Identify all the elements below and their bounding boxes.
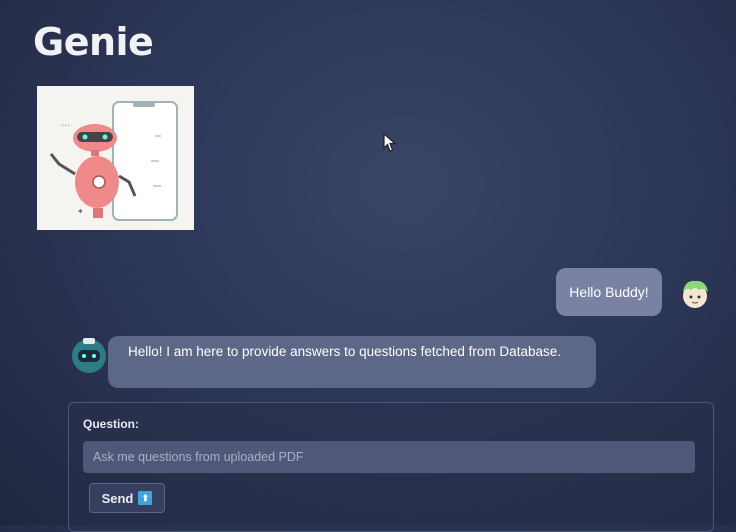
robot-phone-image: ... ✦ [49,101,178,221]
user-avatar-icon [683,280,708,308]
question-input[interactable] [83,441,695,473]
question-label: Question: [83,417,139,431]
send-button[interactable]: Send ⬆ [89,483,165,513]
svg-text:✦: ✦ [77,207,84,216]
send-button-label: Send [101,490,134,506]
app-title: Genie [33,20,154,64]
robot-illustration: ... ✦ [37,86,194,230]
user-message: Hello Buddy! [556,268,662,316]
svg-text:...: ... [61,118,71,129]
mouse-cursor-icon [383,133,397,152]
bot-message: Hello! I am here to provide answers to q… [108,336,596,388]
upload-icon: ⬆ [138,491,153,505]
bot-avatar-icon [72,338,106,373]
question-form: Question: Send ⬆ [68,402,714,532]
